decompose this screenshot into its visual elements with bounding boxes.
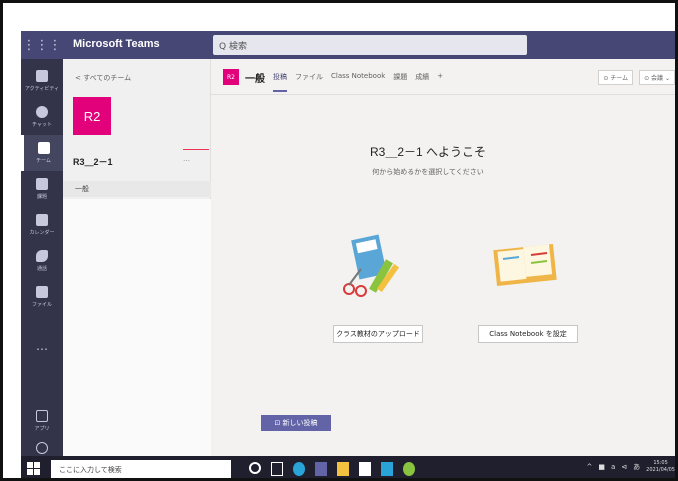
phone-icon xyxy=(36,250,48,262)
top-bar: ⋮⋮⋮ Microsoft Teams Q 検索 xyxy=(21,31,675,59)
rail-assignments[interactable]: 課題 xyxy=(21,171,63,207)
channel-title: 一般 xyxy=(245,74,265,85)
rail-label: 通話 xyxy=(36,266,47,272)
assignments-icon xyxy=(36,178,48,190)
help-icon xyxy=(36,441,48,454)
upload-materials-illustration xyxy=(343,234,400,297)
clock-time: 15:05 xyxy=(653,460,668,466)
rail-label: アプリ xyxy=(34,426,50,432)
rail-help[interactable] xyxy=(21,439,63,456)
file-explorer-icon[interactable] xyxy=(337,462,349,476)
windows-start-icon[interactable] xyxy=(27,462,41,476)
meet-button[interactable]: ⊙ 会議 ⌄ xyxy=(639,70,675,85)
rail-label: カレンダー xyxy=(29,230,55,236)
left-rail: アクティビティ チャット チーム 課題 カレンダー 通話 ファイル … アプリ xyxy=(21,59,63,456)
cortana-icon[interactable] xyxy=(249,462,261,474)
rail-apps[interactable]: アプリ xyxy=(21,403,63,439)
new-post-button[interactable]: ⊡ 新しい投稿 xyxy=(261,415,331,431)
channel-header: R2 一般 投稿 ファイル Class Notebook 課題 成績 + ⊙ チ… xyxy=(211,59,675,95)
channel-general[interactable]: 一般 xyxy=(63,181,211,197)
teams-icon xyxy=(37,142,50,154)
file-icon xyxy=(36,286,48,298)
rail-label: 課題 xyxy=(36,194,47,200)
more-apps-icon[interactable]: … xyxy=(21,339,63,353)
welcome-subtitle: 何から始めるかを選択してください xyxy=(372,168,484,176)
team-avatar: R2 xyxy=(73,97,111,135)
teams-panel: < すべてのチーム R2 R3＿2－1 … 一般 xyxy=(63,59,211,456)
teams-taskbar-icon[interactable] xyxy=(315,462,327,476)
store-icon[interactable] xyxy=(359,462,371,476)
welcome-title: R3＿2－1 へようこそ xyxy=(369,145,487,159)
rail-label: ファイル xyxy=(31,302,52,308)
back-to-all-teams[interactable]: < すべてのチーム xyxy=(75,73,131,83)
tab-files[interactable]: ファイル xyxy=(295,72,323,92)
mail-icon[interactable] xyxy=(381,462,393,476)
chrome-icon[interactable] xyxy=(403,462,415,476)
search-input[interactable]: Q 検索 xyxy=(213,35,527,55)
panel-empty-area xyxy=(63,199,211,456)
rail-files[interactable]: ファイル xyxy=(21,279,63,315)
bell-icon xyxy=(36,70,48,82)
app-title: Microsoft Teams xyxy=(73,38,160,50)
tray-language-icon[interactable]: a xyxy=(611,463,615,471)
class-notebook-illustration xyxy=(493,243,557,287)
apps-icon xyxy=(36,410,48,422)
ime-mode-icon[interactable]: あ xyxy=(633,462,640,472)
calendar-icon xyxy=(36,214,48,226)
taskbar-search-input[interactable]: ここに入力して検索 xyxy=(51,460,231,478)
tray-network-icon[interactable]: ■ xyxy=(598,463,605,471)
rail-label: チャット xyxy=(32,122,52,128)
setup-class-notebook-button[interactable]: Class Notebook を設定 xyxy=(478,325,578,343)
team-more-options[interactable]: … xyxy=(183,155,190,163)
header-actions: ⊙ チーム ⊙ 会議 ⌄ xyxy=(598,70,675,85)
rail-label: アクティビティ xyxy=(24,86,60,92)
tray-up-icon[interactable]: ^ xyxy=(587,463,593,471)
team-name[interactable]: R3＿2－1 xyxy=(73,155,113,168)
system-tray: ^ ■ a ⊲ あ 15:05 2021/04/05 xyxy=(587,460,676,474)
taskbar-apps xyxy=(249,462,415,476)
tab-assignments[interactable]: 課題 xyxy=(393,72,407,92)
tab-class-notebook[interactable]: Class Notebook xyxy=(331,72,385,92)
screenshot-frame: ⋮⋮⋮ Microsoft Teams Q 検索 アクティビティ チャット チー… xyxy=(0,0,678,481)
rail-activity[interactable]: アクティビティ xyxy=(21,63,63,99)
clock-date: 2021/04/05 xyxy=(646,467,675,473)
rail-teams[interactable]: チーム xyxy=(21,135,63,171)
windows-taskbar: ここに入力して検索 ^ ■ a ⊲ あ 15:05 2021/04/05 xyxy=(21,456,676,478)
tab-posts[interactable]: 投稿 xyxy=(273,72,287,92)
rail-label: チーム xyxy=(36,158,51,164)
rail-calendar[interactable]: カレンダー xyxy=(21,207,63,243)
clock[interactable]: 15:05 2021/04/05 xyxy=(646,460,675,474)
edge-icon[interactable] xyxy=(293,462,305,476)
rail-calls[interactable]: 通話 xyxy=(21,243,63,279)
team-button[interactable]: ⊙ チーム xyxy=(598,70,634,85)
app-launcher-icon[interactable]: ⋮⋮⋮ xyxy=(21,31,63,59)
tab-bar: 投稿 ファイル Class Notebook 課題 成績 + xyxy=(273,72,443,92)
tab-grades[interactable]: 成績 xyxy=(415,72,429,92)
add-tab-button[interactable]: + xyxy=(437,72,443,92)
tray-volume-icon[interactable]: ⊲ xyxy=(621,463,627,471)
rail-chat[interactable]: チャット xyxy=(21,99,63,135)
upload-materials-button[interactable]: クラス教材のアップロード xyxy=(333,325,423,343)
task-view-icon[interactable] xyxy=(271,462,283,476)
chat-icon xyxy=(36,106,48,118)
team-badge: R2 xyxy=(223,69,239,85)
